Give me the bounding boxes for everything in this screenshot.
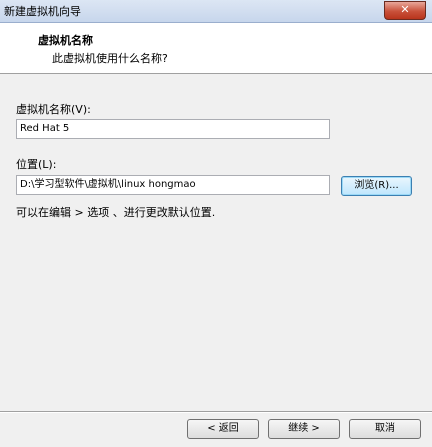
close-button[interactable]: ✕	[384, 1, 426, 20]
back-button[interactable]: < 返回	[187, 419, 259, 439]
page-title: 虚拟机名称	[38, 34, 93, 47]
location-label: 位置(L):	[16, 158, 57, 171]
browse-button[interactable]: 浏览(R)...	[341, 176, 412, 196]
window-title: 新建虚拟机向导	[4, 5, 81, 18]
next-button[interactable]: 继续 >	[268, 419, 340, 439]
vm-name-input[interactable]: Red Hat 5	[16, 119, 330, 139]
location-input[interactable]: D:\学习型软件\虚拟机\linux hongmao	[16, 175, 330, 195]
location-hint: 可以在编辑 > 选项 、进行更改默认位置.	[16, 206, 216, 219]
vm-name-label: 虚拟机名称(V):	[16, 103, 91, 116]
title-bar: 新建虚拟机向导 ✕	[0, 0, 432, 23]
close-icon: ✕	[400, 3, 410, 16]
page-subtitle: 此虚拟机使用什么名称?	[52, 52, 168, 65]
wizard-header: 虚拟机名称 此虚拟机使用什么名称?	[0, 23, 432, 74]
cancel-button[interactable]: 取消	[349, 419, 421, 439]
footer-divider	[0, 411, 432, 413]
